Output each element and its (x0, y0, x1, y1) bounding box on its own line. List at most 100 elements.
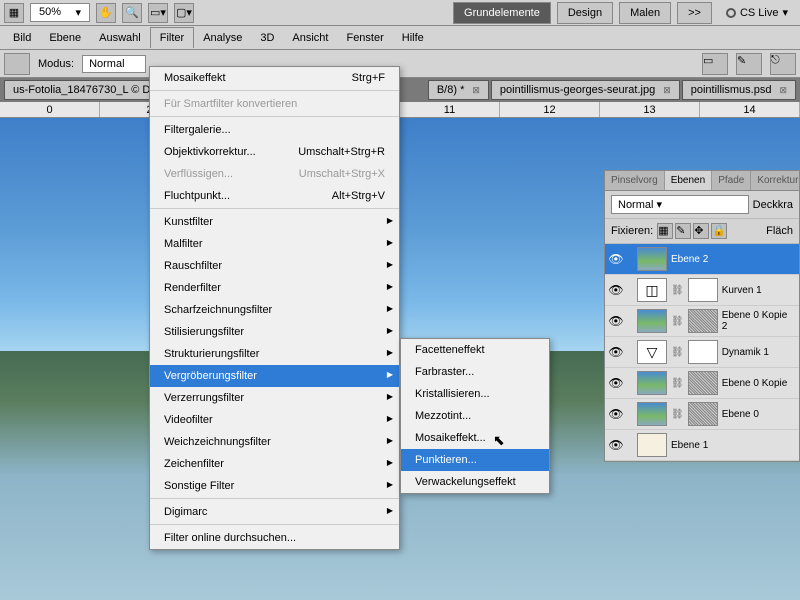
menu-hilfe[interactable]: Hilfe (393, 28, 433, 48)
layer-blend-select[interactable]: Normal ▾ (611, 195, 749, 214)
layer-name: Ebene 0 Kopie 2 (722, 310, 795, 332)
layer-row[interactable]: 👁⛓Ebene 0 Kopie (605, 368, 799, 399)
menu-ansicht[interactable]: Ansicht (283, 28, 337, 48)
close-icon[interactable]: ⊠ (779, 85, 787, 96)
panel-tab-pinsel[interactable]: Pinselvorg (605, 171, 665, 190)
filter-item-weichzeichnungsfilter[interactable]: Weichzeichnungsfilter (150, 431, 399, 453)
app-toolbar: ▦ 50%▾ ✋ 🔍 ▭▾ ▢▾ Grundelemente Design Ma… (0, 0, 800, 26)
layer-name: Ebene 2 (671, 254, 795, 265)
screen-mode-icon[interactable]: ▢▾ (174, 3, 194, 23)
menu-analyse[interactable]: Analyse (194, 28, 251, 48)
lock-pixels-icon[interactable]: ✎ (675, 223, 691, 239)
layer-row[interactable]: 👁⛓Ebene 0 Kopie 2 (605, 306, 799, 337)
filter-item-verflssigen[interactable]: Verflüssigen...Umschalt+Strg+X (150, 163, 399, 185)
option-icon-2[interactable]: ✎ (736, 53, 762, 75)
filter-item-vergrberungsfilter[interactable]: Vergröberungsfilter (150, 365, 399, 387)
hand-tool-icon[interactable]: ✋ (96, 3, 116, 23)
layers-panel: Pinselvorg Ebenen Pfade Korrektur Ko Nor… (604, 170, 800, 462)
filter-item-sonstigefilter[interactable]: Sonstige Filter (150, 475, 399, 499)
menu-3d[interactable]: 3D (251, 28, 283, 48)
option-icon-1[interactable]: ▭ (702, 53, 728, 75)
options-bar: Modus: Normal ▭ ✎ ⎋ (0, 50, 800, 78)
filter-item-filteronlinedurchsuchen[interactable]: Filter online durchsuchen... (150, 527, 399, 549)
submenu-item-mezzotint[interactable]: Mezzotint... (401, 405, 549, 427)
filter-item-frsmartfilterkonvertieren[interactable]: Für Smartfilter konvertieren (150, 93, 399, 117)
layer-name: Ebene 1 (671, 440, 795, 451)
lock-position-icon[interactable]: ✥ (693, 223, 709, 239)
filter-item-scharfzeichnungsfilter[interactable]: Scharfzeichnungsfilter (150, 299, 399, 321)
close-icon[interactable]: ⊠ (663, 85, 671, 96)
visibility-icon[interactable]: 👁 (609, 407, 623, 421)
panel-tab-korrektur[interactable]: Korrektur (751, 171, 800, 190)
layer-row[interactable]: 👁 Ebene 1 (605, 430, 799, 461)
filter-item-rauschfilter[interactable]: Rauschfilter (150, 255, 399, 277)
visibility-icon[interactable]: 👁 (609, 345, 623, 359)
menu-filter[interactable]: Filter (150, 27, 194, 48)
mouse-cursor: ⬉ (493, 432, 505, 449)
filter-item-zeichenfilter[interactable]: Zeichenfilter (150, 453, 399, 475)
filter-item-malfilter[interactable]: Malfilter (150, 233, 399, 255)
filter-submenu: FacetteneffektFarbraster...Kristallisier… (400, 338, 550, 494)
doc-tab-1[interactable]: B/8) *⊠ (428, 80, 489, 100)
modus-label: Modus: (38, 58, 74, 70)
lock-all-icon[interactable]: 🔒 (711, 223, 727, 239)
filter-item-fluchtpunkt[interactable]: Fluchtpunkt...Alt+Strg+V (150, 185, 399, 209)
blend-mode-select[interactable]: Normal (82, 55, 145, 73)
panel-tabs: Pinselvorg Ebenen Pfade Korrektur Ko (605, 171, 799, 191)
filter-item-stilisierungsfilter[interactable]: Stilisierungsfilter (150, 321, 399, 343)
opacity-label: Deckkra (753, 199, 793, 211)
filter-item-objektivkorrektur[interactable]: Objektivkorrektur...Umschalt+Strg+R (150, 141, 399, 163)
menu-auswahl[interactable]: Auswahl (90, 28, 150, 48)
doc-tab-0[interactable]: us-Fotolia_18476730_L © Dm (4, 80, 169, 100)
filter-item-filtergalerie[interactable]: Filtergalerie... (150, 119, 399, 141)
workspace-tab-malen[interactable]: Malen (619, 2, 671, 24)
visibility-icon[interactable]: 👁 (609, 283, 623, 297)
layer-name: Dynamik 1 (722, 347, 795, 358)
layer-row[interactable]: 👁 Ebene 2 (605, 244, 799, 275)
filter-menu-dropdown: MosaikeffektStrg+FFür Smartfilter konver… (149, 66, 400, 550)
menu-bild[interactable]: Bild (4, 28, 40, 48)
submenu-item-farbraster[interactable]: Farbraster... (401, 361, 549, 383)
lock-transparency-icon[interactable]: ▦ (657, 223, 673, 239)
doc-tab-3[interactable]: pointillismus.psd⊠ (682, 80, 796, 100)
option-icon-3[interactable]: ⎋ (770, 53, 796, 75)
doc-tab-2[interactable]: pointillismus-georges-seurat.jpg⊠ (491, 80, 680, 100)
visibility-icon[interactable]: 👁 (609, 252, 623, 266)
view-icon[interactable]: ▭▾ (148, 3, 168, 23)
panel-tab-ebenen[interactable]: Ebenen (665, 171, 712, 190)
lock-label: Fixieren: (611, 225, 653, 237)
workspace-tab-grundelemente[interactable]: Grundelemente (453, 2, 551, 24)
visibility-icon[interactable]: 👁 (609, 438, 623, 452)
filter-item-kunstfilter[interactable]: Kunstfilter (150, 211, 399, 233)
menu-fenster[interactable]: Fenster (337, 28, 392, 48)
layer-row[interactable]: 👁▽⛓Dynamik 1 (605, 337, 799, 368)
layer-row[interactable]: 👁⛓Ebene 0 (605, 399, 799, 430)
zoom-level[interactable]: 50%▾ (30, 3, 90, 22)
cs-live-button[interactable]: CS Live▾ (718, 6, 796, 19)
submenu-item-mosaikeffekt[interactable]: Mosaikeffekt... (401, 427, 549, 449)
close-icon[interactable]: ⊠ (472, 85, 480, 96)
workspace-more[interactable]: >> (677, 2, 712, 24)
filter-item-digimarc[interactable]: Digimarc (150, 501, 399, 525)
menubar: Bild Ebene Auswahl Filter Analyse 3D Ans… (0, 26, 800, 50)
panel-tab-pfade[interactable]: Pfade (712, 171, 751, 190)
tool-preset-icon[interactable] (4, 53, 30, 75)
visibility-icon[interactable]: 👁 (609, 376, 623, 390)
filter-item-verzerrungsfilter[interactable]: Verzerrungsfilter (150, 387, 399, 409)
document-tabs: us-Fotolia_18476730_L © Dm B/8) *⊠ point… (0, 78, 800, 102)
filter-item-videofilter[interactable]: Videofilter (150, 409, 399, 431)
submenu-item-kristallisieren[interactable]: Kristallisieren... (401, 383, 549, 405)
filter-item-strukturierungsfilter[interactable]: Strukturierungsfilter (150, 343, 399, 365)
app-icon[interactable]: ▦ (4, 3, 24, 23)
fill-label: Fläch (766, 225, 793, 237)
filter-item-renderfilter[interactable]: Renderfilter (150, 277, 399, 299)
submenu-item-facetteneffekt[interactable]: Facetteneffekt (401, 339, 549, 361)
visibility-icon[interactable]: 👁 (609, 314, 623, 328)
layer-row[interactable]: 👁◫⛓Kurven 1 (605, 275, 799, 306)
submenu-item-punktieren[interactable]: Punktieren... (401, 449, 549, 471)
workspace-tab-design[interactable]: Design (557, 2, 613, 24)
filter-item-mosaikeffekt[interactable]: MosaikeffektStrg+F (150, 67, 399, 91)
zoom-tool-icon[interactable]: 🔍 (122, 3, 142, 23)
menu-ebene[interactable]: Ebene (40, 28, 90, 48)
submenu-item-verwackelungseffekt[interactable]: Verwackelungseffekt (401, 471, 549, 493)
